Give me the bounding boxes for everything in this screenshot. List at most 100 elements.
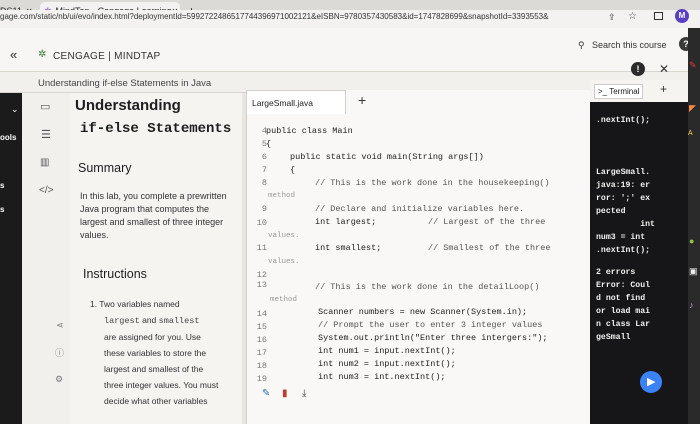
left-dock: ools s s — [0, 93, 22, 424]
pen-icon[interactable]: ✎ — [689, 60, 697, 71]
list-icon[interactable]: ☰ — [41, 128, 51, 141]
audio-icon[interactable]: ♪ — [689, 300, 694, 310]
right-dock — [688, 28, 700, 424]
code-comment: // Prompt the user to enter 3 integer va… — [318, 320, 543, 330]
window-icon[interactable] — [654, 12, 663, 20]
line-number: 15 — [256, 322, 267, 332]
lesson-title: Understanding — [75, 97, 181, 114]
image-icon[interactable]: ▣ — [689, 266, 698, 277]
info-icon[interactable]: ! — [631, 62, 645, 76]
line-number: 14 — [256, 309, 267, 319]
share-nodes-icon[interactable]: ⋖ — [56, 320, 64, 331]
profile-avatar[interactable]: M — [675, 9, 689, 23]
url-text[interactable]: gage.com/static/nb/ui/evo/index.html?dep… — [0, 12, 548, 21]
terminal-line: .nextInt(); — [596, 116, 651, 125]
code-line: int num3 = int.nextInt(); — [318, 372, 446, 382]
step-text: three integer values. You must — [104, 380, 219, 390]
download-icon[interactable]: ⤓ — [302, 388, 306, 399]
instruction-step-1: 1. Two variables named largest and small… — [90, 296, 240, 409]
code-comment-wrap: values. — [268, 258, 300, 266]
step-text: are assigned for you. Use — [104, 332, 201, 342]
code-comment-wrap: values. — [268, 232, 300, 240]
terminal-line: num3 = int — [596, 233, 646, 242]
code-line: public static void main(String args[]) — [290, 152, 484, 162]
line-number: 12 — [256, 270, 267, 280]
add-terminal-button[interactable]: + — [660, 82, 667, 96]
cengage-logo-icon: ✲ — [38, 49, 47, 60]
summary-text: In this lab, you complete a prewritten J… — [80, 191, 227, 240]
line-number: 16 — [256, 335, 267, 345]
trash-icon[interactable]: ▮ — [282, 388, 288, 399]
code-line: int num2 = input.nextInt(); — [318, 359, 456, 369]
chart-icon[interactable]: ▥ — [40, 157, 49, 168]
code-comment-wrap: method — [268, 192, 296, 200]
line-number: 18 — [256, 361, 267, 371]
instructions-heading: Instructions — [83, 267, 147, 281]
code-comment: // Smallest of the three — [428, 243, 551, 253]
terminal-line: java:19: er — [596, 181, 651, 190]
code-line: { — [290, 165, 296, 175]
add-file-button[interactable]: + — [358, 92, 366, 108]
terminal-tab[interactable]: >_ Terminal — [594, 84, 644, 99]
breadcrumb: Understanding if-else Statements in Java — [38, 78, 212, 89]
file-tab-largesmall[interactable]: LargeSmall.java — [246, 90, 346, 114]
code-comment: // This is the work done in the housekee… — [315, 178, 550, 188]
step-line: largest and smallest — [90, 312, 240, 329]
step-text: these variables to store the — [104, 348, 207, 358]
terminal-line: ror: ';' ex — [596, 194, 651, 203]
code-line: public class Main — [266, 126, 353, 136]
line-number: 4 — [261, 126, 267, 136]
search-course-link[interactable]: Search this course — [592, 40, 667, 50]
search-icon[interactable]: ⚲ — [578, 40, 585, 51]
line-number: 7 — [261, 165, 267, 175]
code-line: int num1 = input.nextInt(); — [318, 346, 456, 356]
line-number: 9 — [261, 204, 267, 214]
chevron-down-icon[interactable]: ⌄ — [11, 104, 19, 115]
code-line: int largest; — [315, 217, 377, 227]
code-line: System.out.println("Enter three interger… — [318, 333, 548, 343]
line-number: 17 — [256, 348, 267, 358]
settings-icon[interactable]: ⚙ — [55, 374, 63, 385]
code-line: { — [266, 139, 272, 149]
screen: DS11 ✕ ✲ MindTap - Cengage Learning ✕ + … — [0, 0, 700, 424]
share-icon[interactable]: ⇪ — [608, 12, 616, 23]
terminal-line: geSmall — [596, 333, 631, 342]
line-number: 11 — [256, 243, 267, 253]
play-icon: ▶ — [647, 376, 656, 388]
code-line: Scanner numbers = new Scanner(System.in)… — [318, 307, 528, 317]
code-comment-wrap: method — [270, 296, 298, 304]
code-icon[interactable]: </> — [39, 185, 53, 196]
terminal-line: d not find — [596, 294, 646, 303]
terminal-line: LargeSmall. — [596, 168, 651, 177]
app-header — [0, 28, 688, 72]
star-icon[interactable]: ☆ — [628, 11, 637, 22]
highlight-icon[interactable]: ◤ — [689, 103, 696, 114]
code-term: smallest — [158, 316, 200, 326]
code-comment: // This is the work done in the detailLo… — [315, 282, 540, 292]
dock-label: ools — [0, 133, 17, 142]
terminal-line: 2 errors — [596, 268, 636, 277]
help-circle-icon[interactable]: ⓘ — [55, 346, 64, 359]
step-text: decide what other variables — [104, 396, 208, 406]
terminal-line: Error: Coul — [596, 281, 651, 290]
line-number: 10 — [256, 218, 267, 228]
code-comment: // Declare and initialize variables here… — [315, 204, 525, 214]
line-number: 5 — [261, 139, 267, 149]
line-number: 6 — [261, 152, 267, 162]
dock-label: s — [0, 205, 5, 214]
close-activity-button[interactable]: ✕ — [659, 62, 669, 76]
pencil-icon[interactable]: ✎ — [262, 388, 270, 399]
terminal-line: int — [596, 220, 655, 229]
brand-name: CENGAGE | MINDTAP — [53, 51, 161, 62]
terminal-line: pected — [596, 207, 626, 216]
collapse-sidebar-button[interactable]: « — [10, 47, 17, 62]
run-button[interactable]: ▶ — [640, 371, 662, 393]
color-icon[interactable]: ● — [689, 236, 694, 246]
step-text: and — [142, 315, 157, 325]
book-icon[interactable]: ▭ — [40, 100, 50, 113]
dock-label: s — [0, 181, 5, 190]
line-number: 19 — [256, 374, 267, 384]
text-size-icon[interactable]: A — [688, 130, 693, 137]
terminal-line: n class Lar — [596, 320, 651, 329]
terminal-line: .nextInt(); — [596, 246, 651, 255]
